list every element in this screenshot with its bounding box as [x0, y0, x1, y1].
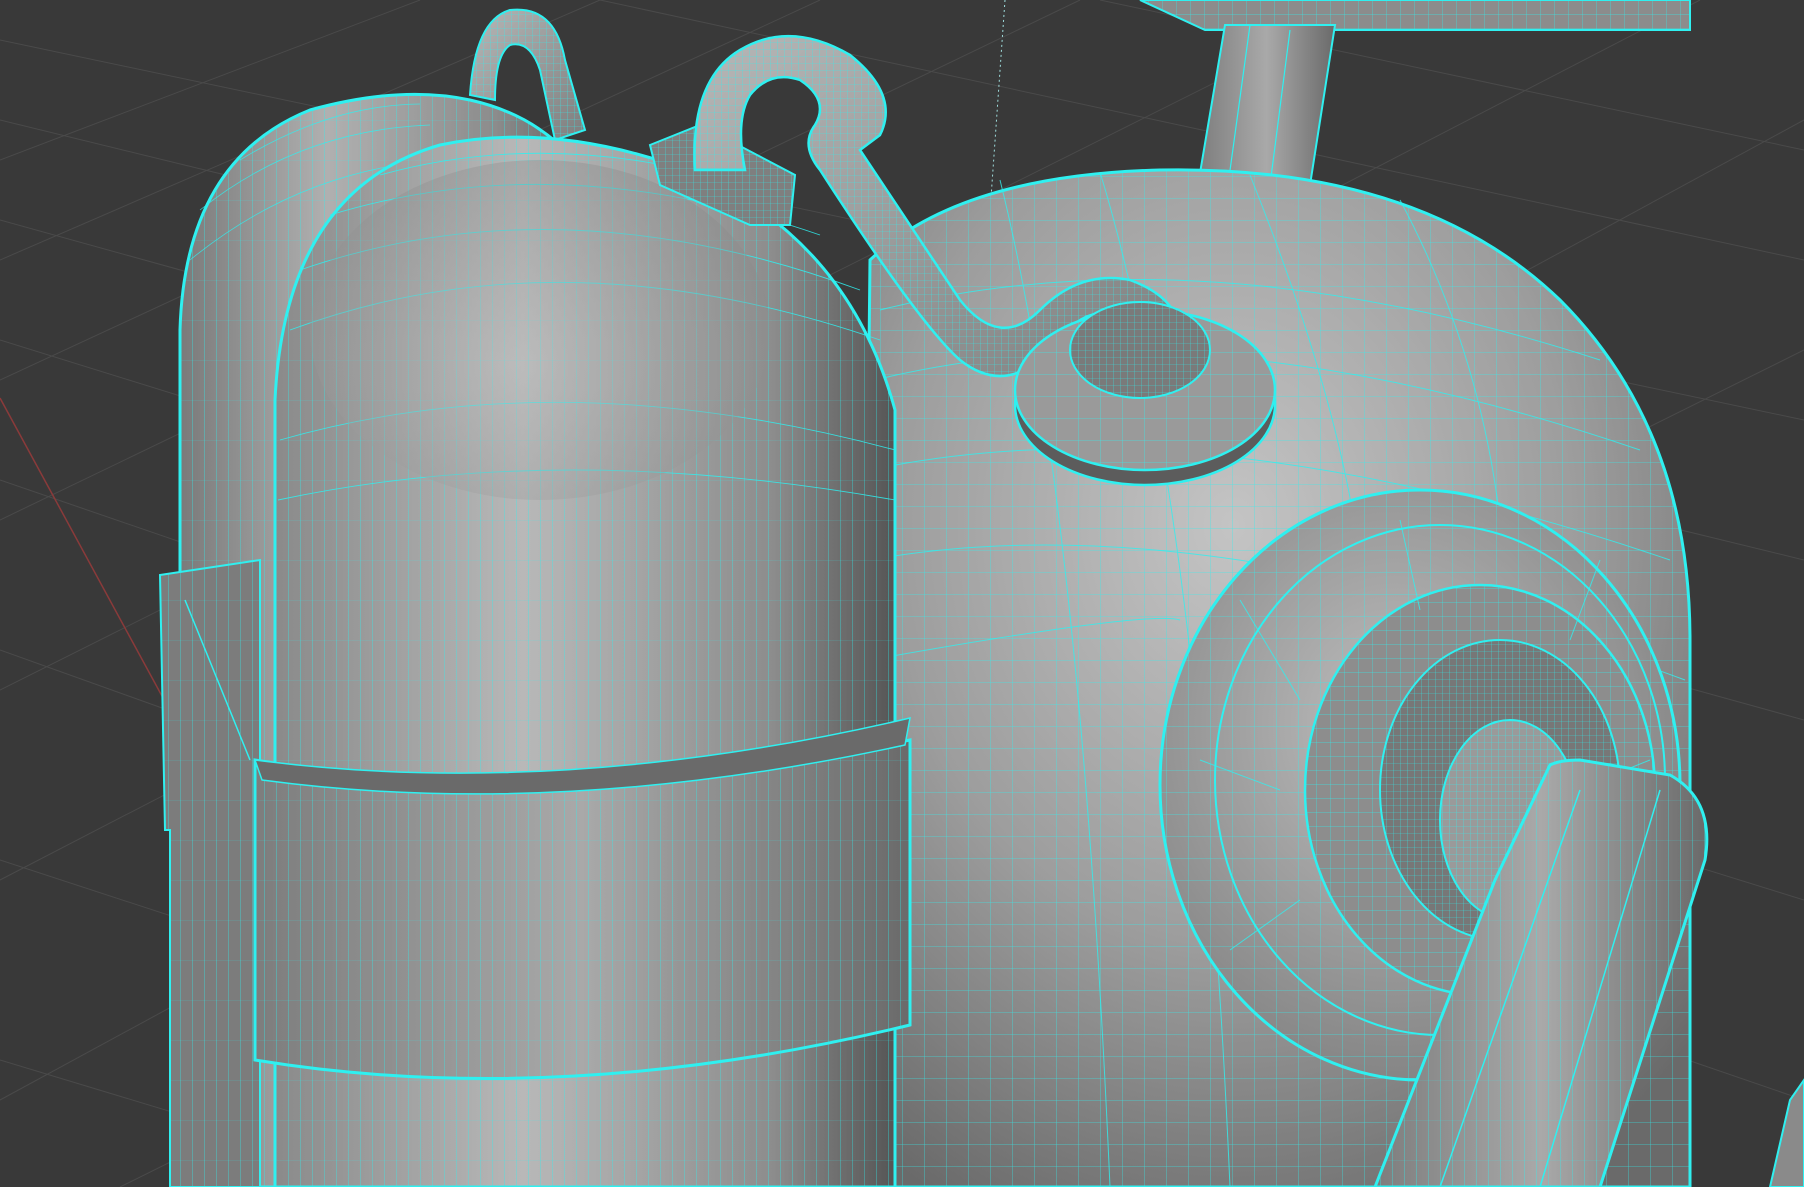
viewport-canvas[interactable] [0, 0, 1804, 1187]
top-arm-mesh[interactable] [1139, 0, 1691, 186]
3d-viewport[interactable] [0, 0, 1804, 1187]
right-edge-fragment [1768, 1078, 1804, 1187]
x-axis-line [0, 397, 176, 721]
tank-band-mesh[interactable] [253, 717, 912, 1080]
